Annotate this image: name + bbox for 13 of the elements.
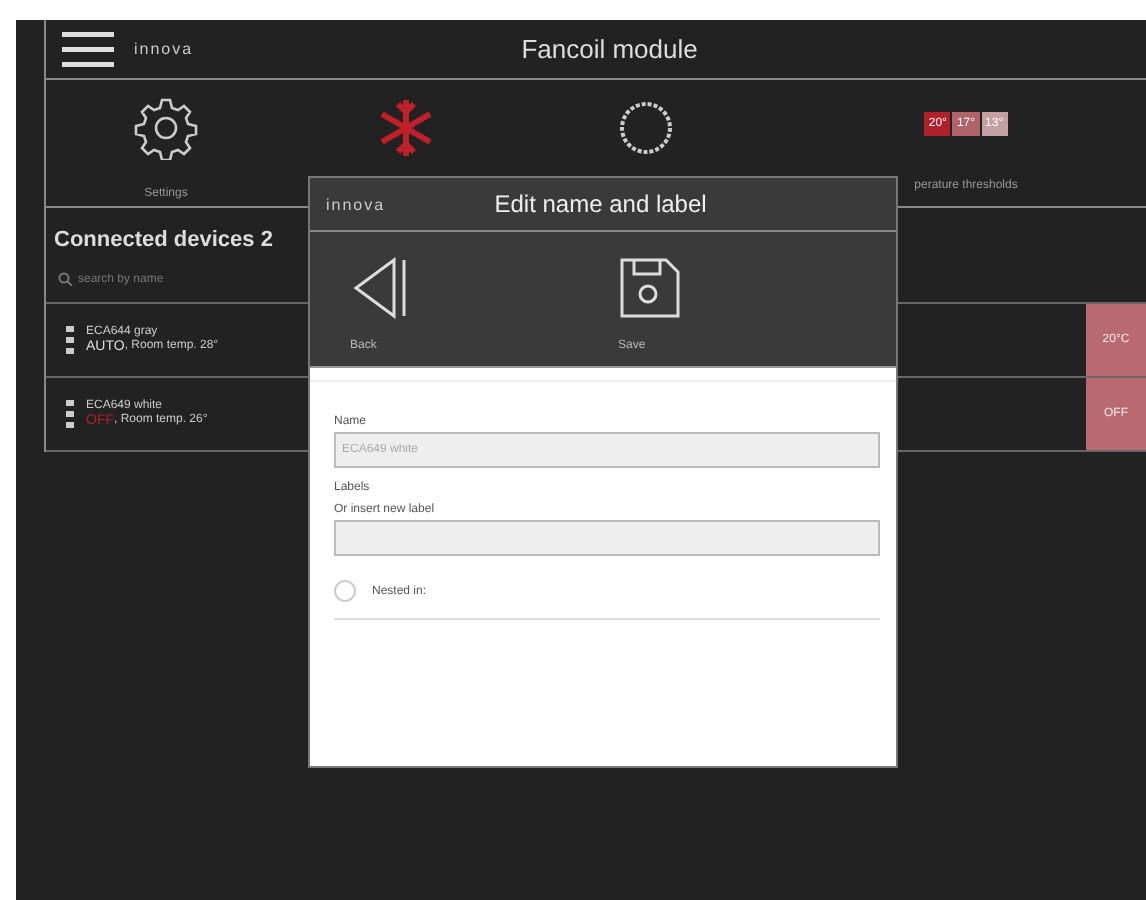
radio-button[interactable] [334, 580, 356, 602]
section-heading: Connected devices 2 [52, 226, 275, 256]
logo: innova [134, 40, 194, 58]
sun-icon[interactable] [614, 96, 678, 160]
gear-icon[interactable] [134, 96, 198, 160]
dialog-title: Edit name and label [492, 190, 709, 218]
label-field[interactable] [334, 520, 880, 556]
drag-handle-icon[interactable] [66, 326, 74, 354]
search-icon [58, 272, 72, 286]
logo: innova [326, 195, 386, 213]
menu-icon[interactable] [62, 31, 114, 67]
drag-handle-icon[interactable] [66, 400, 74, 428]
window-title: Fancoil module [519, 34, 700, 64]
